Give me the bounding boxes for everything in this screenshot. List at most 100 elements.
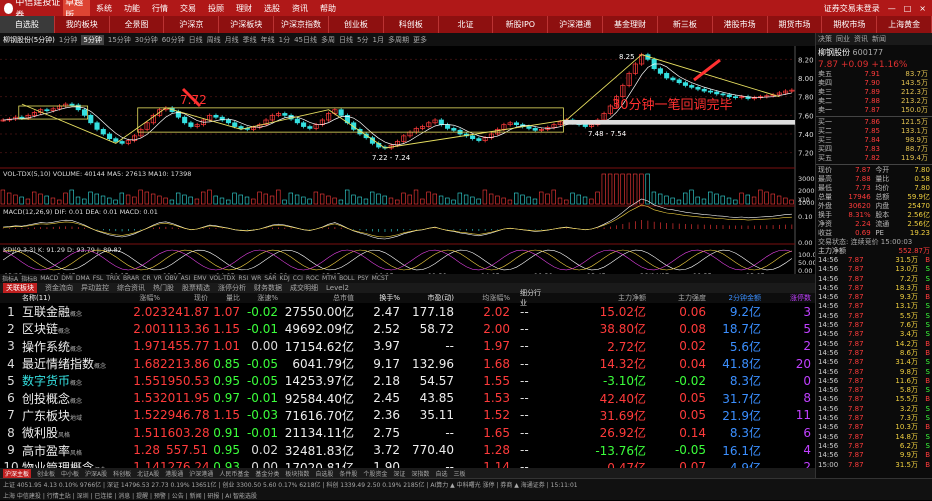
- bottom-tab[interactable]: 深证: [393, 469, 405, 478]
- bottom-tab[interactable]: 深指数: [411, 469, 429, 478]
- bottom-tab[interactable]: 沪深主板: [3, 468, 32, 478]
- table-tab[interactable]: 涨停分析: [218, 283, 246, 293]
- bottom-tab[interactable]: 科创板: [113, 469, 131, 478]
- indicator-tab[interactable]: CCI: [293, 275, 303, 282]
- period-option[interactable]: 1月: [372, 35, 383, 45]
- menu-item[interactable]: 资讯: [286, 3, 314, 14]
- menu-item[interactable]: 理财: [230, 3, 258, 14]
- column-header[interactable]: 主力强度: [646, 293, 706, 303]
- indicator-tab[interactable]: VR: [154, 275, 162, 282]
- quote-tab[interactable]: 资讯: [854, 34, 868, 44]
- bottom-tab[interactable]: 自选股: [315, 469, 333, 478]
- period-option[interactable]: 1分钟: [59, 35, 77, 45]
- indicator-tab[interactable]: MACD: [40, 275, 58, 282]
- bottom-tab[interactable]: 中小板: [61, 469, 79, 478]
- column-header[interactable]: 名称(11): [22, 293, 130, 303]
- menu-item[interactable]: 系统: [90, 3, 118, 14]
- column-header[interactable]: 总市值: [278, 293, 354, 303]
- quote-tab[interactable]: 新闻: [872, 34, 886, 44]
- table-tab[interactable]: 资金流向: [45, 283, 73, 293]
- indicator-tab[interactable]: KDJ: [279, 275, 289, 282]
- period-option[interactable]: 15分钟: [108, 35, 131, 45]
- period-option[interactable]: 多周: [321, 35, 335, 45]
- nav-tab[interactable]: 我的板块: [55, 16, 110, 33]
- period-option[interactable]: 更多: [413, 35, 427, 45]
- table-row[interactable]: 5 数字货币概念 1.55 1950.53 0.95 -0.05 14253.97亿 2.18…: [0, 372, 815, 389]
- period-option[interactable]: 30分钟: [135, 35, 158, 45]
- close-button[interactable]: ×: [919, 4, 926, 13]
- quote-tab[interactable]: 同业: [836, 34, 850, 44]
- table-row[interactable]: 8 微利股风格 1.51 1603.28 0.91 -0.01 21134.11亿 2.75 -…: [0, 424, 815, 441]
- nav-tab[interactable]: 沪深京指数: [274, 16, 329, 33]
- nav-tab[interactable]: 期货市场: [768, 16, 823, 33]
- table-tab[interactable]: 综合资讯: [117, 283, 145, 293]
- indicator-tab[interactable]: CR: [142, 275, 150, 282]
- column-header[interactable]: 量比: [208, 293, 240, 303]
- table-row[interactable]: 6 创投概念概念 1.53 2011.95 0.97 -0.01 92584.40亿 2.45…: [0, 389, 815, 406]
- indicator-tab[interactable]: RSI: [238, 275, 248, 282]
- nav-tab[interactable]: 新股IPO: [493, 16, 549, 33]
- indicator-tab[interactable]: 指标A: [2, 274, 18, 283]
- nav-tab[interactable]: 沪深板块: [219, 16, 275, 33]
- bottom-tab[interactable]: 个股资金: [363, 469, 387, 478]
- period-option[interactable]: 周线: [207, 35, 221, 45]
- period-option[interactable]: 45日线: [294, 35, 317, 45]
- bottom-tab[interactable]: 港股通: [165, 469, 183, 478]
- period-option[interactable]: 年线: [261, 35, 275, 45]
- minimize-button[interactable]: —: [888, 4, 896, 13]
- nav-tab[interactable]: 沪深京: [164, 16, 220, 33]
- menu-item[interactable]: 帮助: [314, 3, 342, 14]
- table-row[interactable]: 2 区块链概念 2.00 1113.36 1.15 -0.01 49692.09亿 2.52 5…: [0, 320, 815, 337]
- period-option[interactable]: 多周期: [388, 35, 409, 45]
- indicator-tab[interactable]: WR: [251, 275, 261, 282]
- login-status[interactable]: 证券交易未登录: [824, 3, 880, 14]
- period-option[interactable]: 5分钟: [81, 34, 104, 45]
- bottom-tab[interactable]: 条件股: [339, 469, 357, 478]
- bottom-tab[interactable]: 三板: [453, 469, 465, 478]
- maximize-button[interactable]: □: [904, 4, 912, 13]
- period-option[interactable]: 日线: [339, 35, 353, 45]
- column-header[interactable]: 主力净额: [546, 293, 646, 303]
- menu-item[interactable]: 交易: [174, 3, 202, 14]
- nav-tab[interactable]: 沪深港通: [548, 16, 604, 33]
- nav-tab[interactable]: 上海黄金: [877, 16, 932, 33]
- period-option[interactable]: 1分: [279, 35, 290, 45]
- indicator-tab[interactable]: OBV: [165, 275, 178, 282]
- indicator-tab[interactable]: EMV: [193, 275, 206, 282]
- nav-tab[interactable]: 创业板: [329, 16, 384, 33]
- menu-item[interactable]: 功能: [118, 3, 146, 14]
- nav-tab[interactable]: 科创板: [384, 16, 439, 33]
- column-header[interactable]: 市盈(动): [400, 293, 454, 303]
- menu-item[interactable]: 选股: [258, 3, 286, 14]
- table-row[interactable]: 1 互联金融概念 2.02 3241.87 1.07 -0.02 27550.00亿 2.47…: [0, 303, 815, 320]
- table-tab[interactable]: 成交明细: [290, 283, 318, 293]
- indicator-tab[interactable]: FSL: [93, 275, 104, 282]
- table-tab[interactable]: 热门股: [153, 283, 174, 293]
- nav-tab[interactable]: 自选股: [0, 16, 55, 33]
- menu-item[interactable]: 行情: [146, 3, 174, 14]
- column-header[interactable]: 换手%: [354, 293, 400, 303]
- bottom-tab[interactable]: 人民币基金: [219, 469, 249, 478]
- bottom-tab[interactable]: 北证A股: [137, 469, 159, 478]
- bottom-tab[interactable]: 沪深港通: [189, 469, 213, 478]
- indicator-tab[interactable]: BOLL: [339, 275, 354, 282]
- column-header[interactable]: 涨速%: [240, 293, 278, 303]
- table-tab[interactable]: 异动监控: [81, 283, 109, 293]
- table-tab[interactable]: 关联板块: [3, 283, 37, 293]
- table-tab[interactable]: 股票精选: [182, 283, 210, 293]
- column-header[interactable]: 涨幅%: [130, 293, 160, 303]
- quote-tab[interactable]: 决策: [818, 34, 832, 44]
- menu-item[interactable]: 投顾: [202, 3, 230, 14]
- indicator-tab[interactable]: MCST: [372, 275, 389, 282]
- table-tab[interactable]: 财务数据: [254, 283, 282, 293]
- column-header[interactable]: 现价: [160, 293, 208, 303]
- kline-chart-area[interactable]: 8.208.007.807.607.407.207.7230分钟一笔回调完毕8.…: [0, 46, 815, 283]
- table-row[interactable]: 9 高市盈率风格 1.28 557.51 0.95 0.02 32481.83亿 3.72 77…: [0, 441, 815, 458]
- column-header[interactable]: 均涨幅%: [454, 293, 510, 303]
- indicator-tab[interactable]: VOL-TDX: [209, 275, 235, 282]
- indicator-tab[interactable]: TRIX: [106, 275, 120, 282]
- indicator-tab[interactable]: ROC: [306, 275, 319, 282]
- nav-tab[interactable]: 新三板: [658, 16, 713, 33]
- column-header[interactable]: 2分钟金额: [706, 293, 761, 303]
- period-option[interactable]: 季线: [243, 35, 257, 45]
